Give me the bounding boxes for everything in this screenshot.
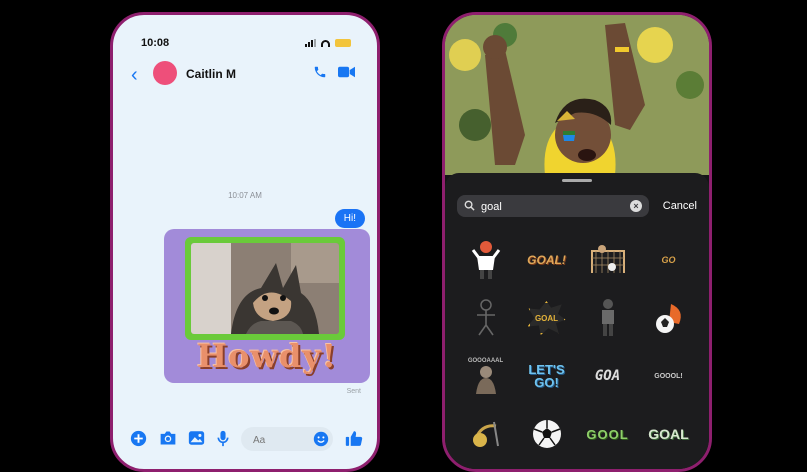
sticker-text: GOOOL! [654,372,683,380]
sticker-item[interactable] [455,231,516,289]
sticker-search-input[interactable] [479,198,623,216]
phone-call-icon[interactable] [313,65,327,79]
message-input[interactable] [251,431,315,449]
thumbs-up-icon[interactable] [345,430,363,447]
sticker-text: GOOL [586,426,629,442]
cancel-button[interactable]: Cancel [663,200,697,212]
sent-status: Sent [346,388,361,395]
signal-icon [305,39,316,47]
sticker-item[interactable] [577,231,638,289]
sticker-item[interactable]: GOOOL! [638,347,699,405]
howdy-sticker-text: Howdy! [196,337,338,375]
plus-circle-icon[interactable] [130,430,147,447]
message-input-container [241,427,333,451]
sticker-goal-net-illustration [590,245,625,273]
sticker-item[interactable] [516,405,577,463]
soccer-ball-icon [532,420,561,448]
outgoing-message-bubble[interactable]: Hi! [334,209,365,228]
sticker-player-standing-illustration [601,299,614,336]
sticker-item[interactable]: GOAL [638,405,699,463]
wifi-icon [321,40,330,47]
sticker-results-grid: GOAL! GO GOAL GOOOAAAL LET'S GO! GOA GOO… [455,231,699,463]
sheet-grabber[interactable] [562,179,592,182]
message-composer [113,423,377,457]
contact-avatar[interactable] [153,61,177,85]
howdy-sticker-message[interactable]: Howdy! [164,229,370,383]
soccer-fan-photo [445,15,709,175]
status-icons [305,39,351,47]
sticker-skeleton-illustration [476,299,495,336]
sticker-item[interactable]: LET'S GO! [516,347,577,405]
sticker-player-illustration [471,241,500,279]
sticker-text: GOA [594,368,621,384]
sticker-item[interactable]: GOAL! [516,231,577,289]
back-chevron-icon[interactable]: ‹ [131,65,138,85]
message-timestamp: 10:07 AM [228,191,262,200]
contact-name[interactable]: Caitlin M [186,67,236,81]
sticker-flaming-ball-illustration [655,304,681,333]
sticker-item[interactable]: GO [638,231,699,289]
search-icon [464,200,475,211]
sticker-item[interactable] [638,289,699,347]
sticker-search-sheet: × Cancel GOAL! [445,173,709,469]
microphone-icon[interactable] [217,430,229,447]
chat-header: ‹ Caitlin M [113,59,377,97]
messenger-phone: 10:08 ‹ Caitlin M 10:07 AM Hi! Howdy! Se… [110,12,380,472]
sticker-item[interactable]: GOOL [577,405,638,463]
clear-search-icon[interactable]: × [630,200,642,212]
sticker-item[interactable] [455,405,516,463]
sticker-text: GOAL [648,426,689,442]
dog-illustration [191,243,339,334]
status-bar: 10:08 [113,15,377,59]
sticker-item[interactable] [455,289,516,347]
sticker-search-phone: × Cancel GOAL! [442,12,712,472]
emoji-icon[interactable] [313,431,329,447]
sticker-item[interactable]: GOOOAAAL [455,347,516,405]
sticker-item[interactable] [577,289,638,347]
celebration-photo [445,15,709,175]
battery-icon [335,39,351,47]
sticker-text: GOAL [534,313,559,323]
gallery-icon[interactable] [188,430,205,446]
sticker-text: GO [661,255,676,265]
sticker-text: LET'S GO! [528,362,565,390]
search-field: × [457,195,649,217]
camera-icon[interactable] [159,430,177,446]
dog-photo [191,243,339,334]
sticker-item[interactable]: GOAL [516,289,577,347]
video-call-icon[interactable] [338,66,355,78]
sticker-burst-badge: GOAL [527,301,566,335]
sticker-character-illustration [475,366,496,394]
sticker-text: GOAL! [527,253,566,267]
sticker-item[interactable]: GOA [577,347,638,405]
dog-photo-frame [185,237,345,340]
status-time: 10:08 [141,37,170,49]
sticker-kick-illustration [472,421,499,447]
